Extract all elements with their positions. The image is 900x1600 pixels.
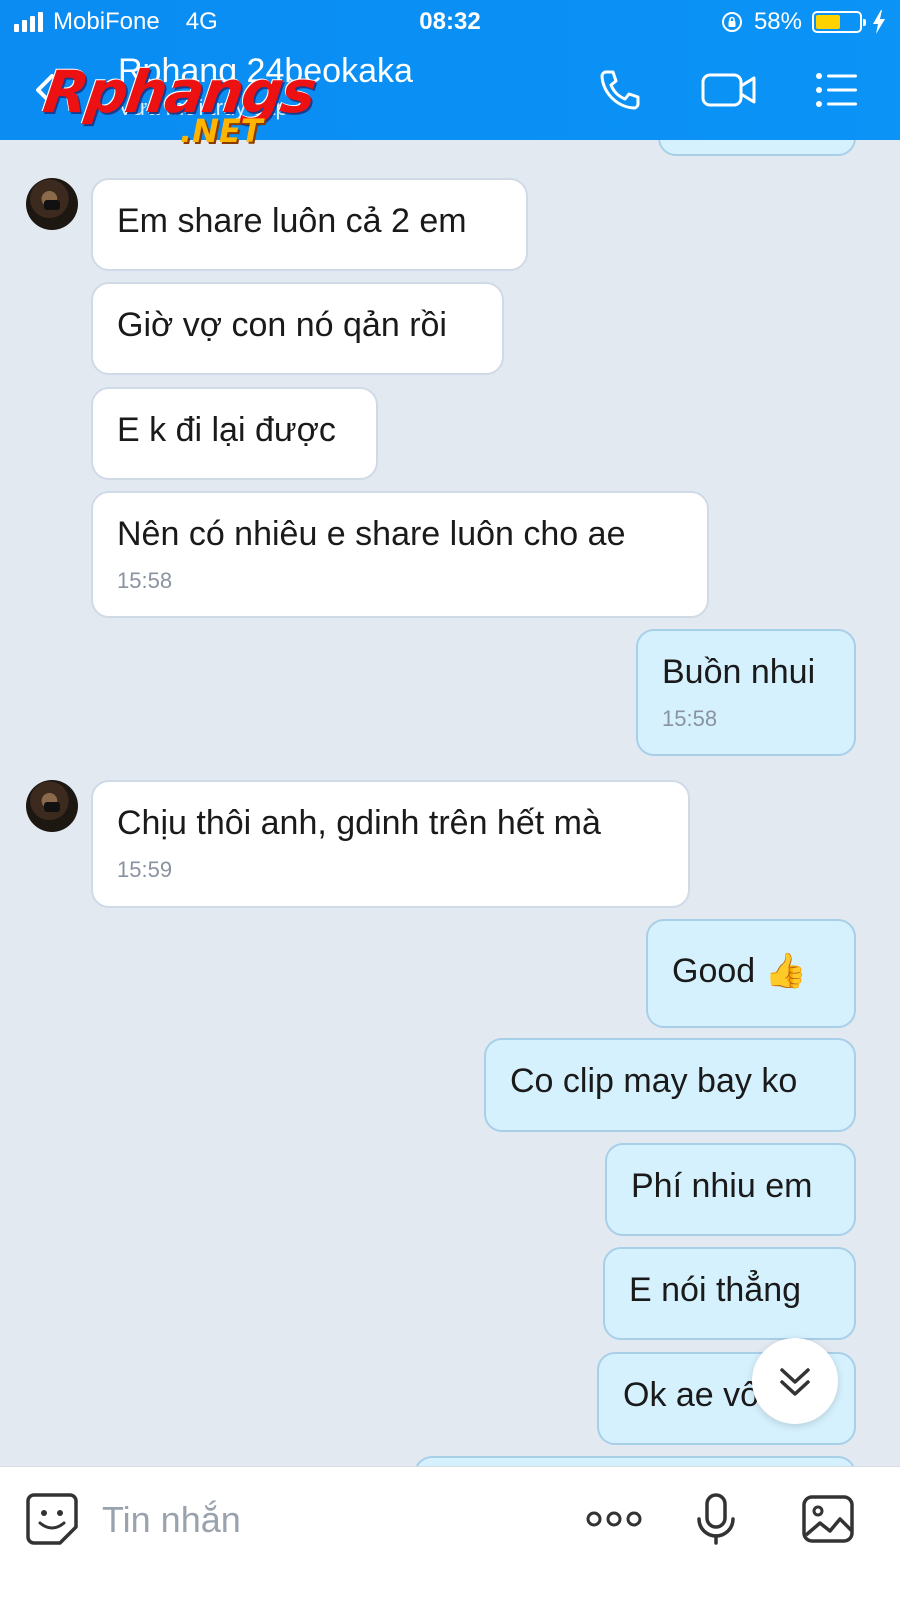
message-text: Nên có nhiêu e share luôn cho ae [117, 515, 626, 553]
message-bubble[interactable]: Nên có nhiêu e share luôn cho ae 15:58 [91, 491, 709, 618]
more-options-icon[interactable] [584, 1491, 644, 1547]
message-text: Giờ vợ con nó qản rồi [117, 306, 447, 344]
message-bubble[interactable]: Chịu thôi anh, gdinh trên hết mà 15:59 [91, 780, 690, 908]
menu-list-icon[interactable] [812, 66, 860, 114]
message-bubble-outgoing[interactable]: Co clip may bay ko [484, 1038, 856, 1132]
message-bubble-outgoing[interactable]: Good 👍 [646, 919, 856, 1028]
rotation-lock-icon [721, 12, 742, 32]
message-bubble[interactable]: Giờ vợ con nó qản rồi [91, 282, 504, 375]
phone-icon[interactable] [596, 66, 644, 114]
message-time: 15:58 [662, 706, 718, 731]
message-input[interactable]: Tin nhắn [102, 1499, 241, 1541]
message-text: Em share luôn cả 2 em [117, 202, 467, 240]
charging-icon [873, 10, 885, 34]
message-bubble[interactable]: E k đi lại được [91, 387, 378, 480]
message-text: Phí nhiu em [631, 1167, 813, 1205]
battery-icon [812, 11, 866, 33]
scroll-to-bottom-button[interactable] [752, 1338, 838, 1424]
watermark-logo: Rphangs [39, 58, 319, 126]
double-chevron-down-icon [780, 1368, 810, 1396]
image-gallery-icon[interactable] [800, 1491, 856, 1547]
message-bubble-outgoing[interactable]: E nói thẳng [603, 1247, 856, 1340]
sticker-icon[interactable] [24, 1491, 80, 1547]
message-text: E k đi lại được [117, 411, 336, 449]
message-bubble[interactable]: Em share luôn cả 2 em [91, 178, 528, 271]
message-bubble-outgoing[interactable]: Phí nhiu em [605, 1143, 856, 1236]
microphone-icon[interactable] [688, 1491, 744, 1547]
message-text: E nói thẳng [629, 1271, 802, 1309]
message-text: Chịu thôi anh, gdinh trên hết mà [117, 804, 601, 842]
message-bubble-outgoing[interactable]: Buồn nhui 15:58 [636, 629, 856, 756]
message-text: Buồn nhui [662, 653, 816, 691]
message-time: 15:58 [117, 568, 173, 593]
status-bar: MobiFone 4G 08:32 58% [0, 0, 900, 44]
message-text: Good 👍 [672, 952, 807, 990]
message-time: 15:59 [117, 857, 173, 882]
chat-header: MobiFone 4G 08:32 58% Rphang 24beokaka V… [0, 0, 900, 150]
contact-avatar[interactable] [26, 178, 78, 230]
watermark-logo-suffix: .NET [180, 112, 263, 150]
message-text: Co clip may bay ko [510, 1062, 798, 1100]
battery-percent: 58% [753, 8, 802, 35]
video-call-icon[interactable] [700, 66, 758, 114]
message-input-bar: Tin nhắn [0, 1466, 900, 1600]
contact-avatar[interactable] [26, 780, 78, 832]
